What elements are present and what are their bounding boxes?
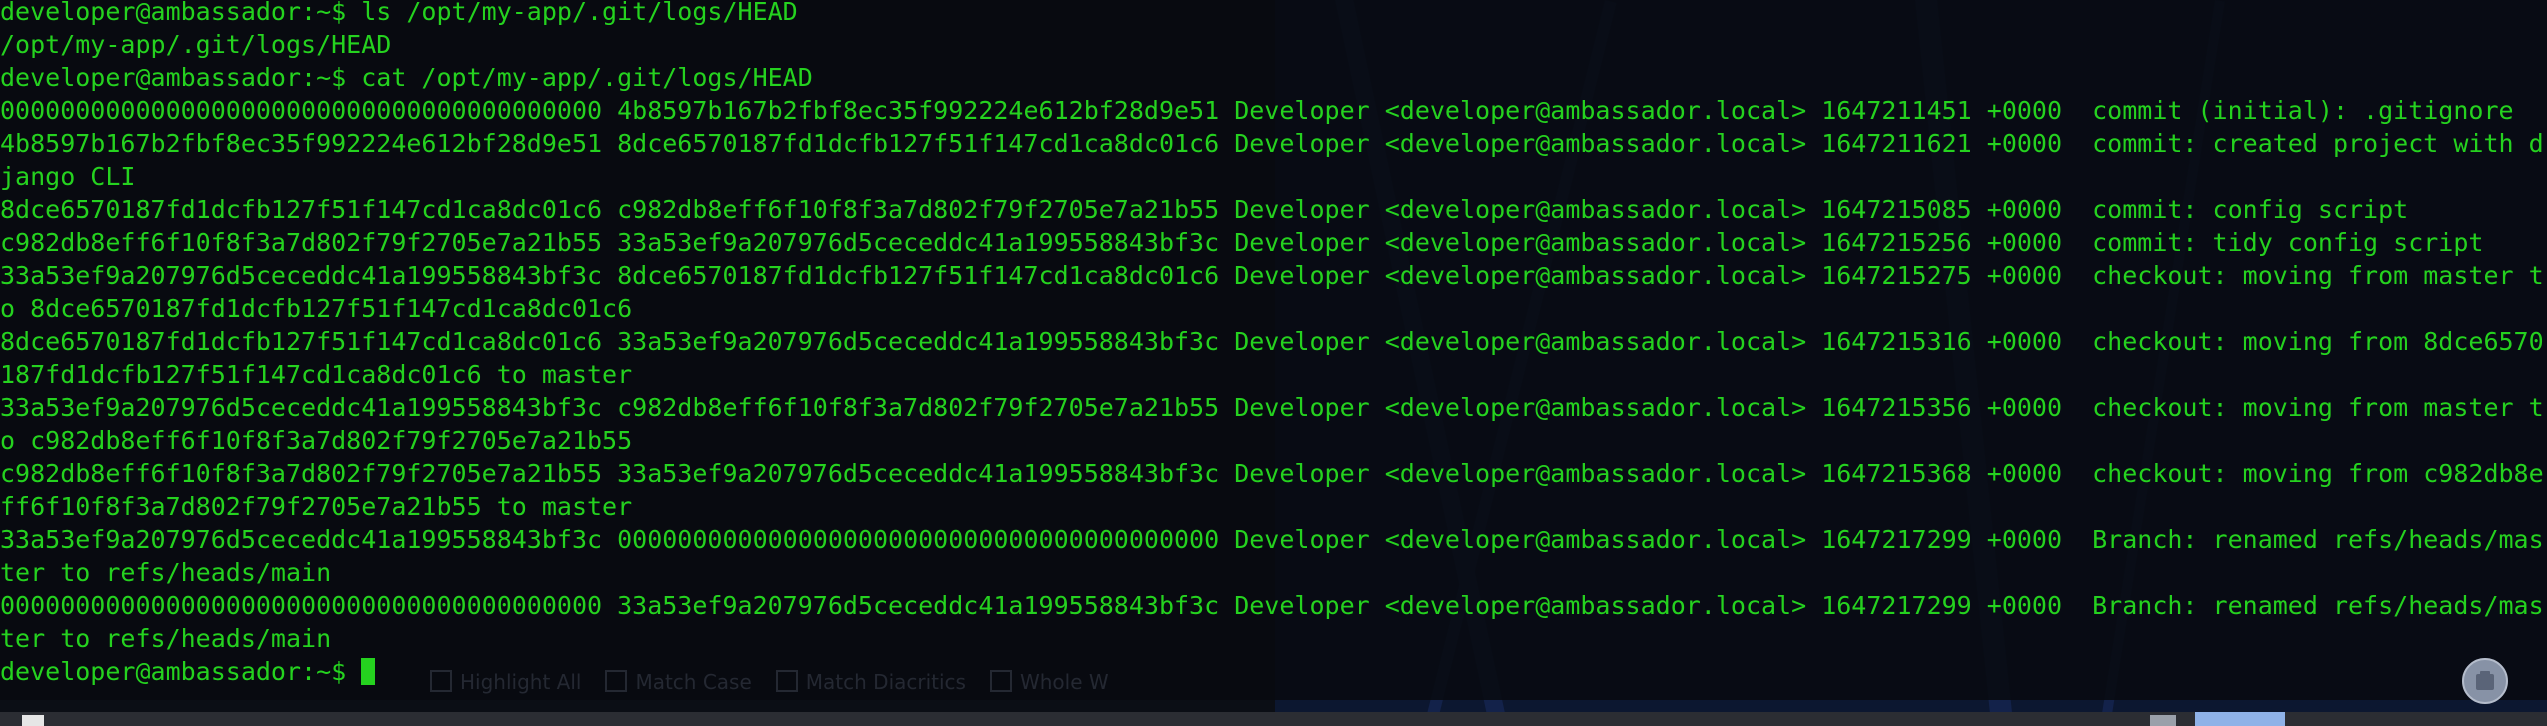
terminal-line: 8dce6570187fd1dcfb127f51f147cd1ca8dc01c6… xyxy=(0,327,2544,356)
terminal-line: 33a53ef9a207976d5ceceddc41a199558843bf3c… xyxy=(0,393,2544,422)
terminal-prompt-line[interactable]: developer@ambassador:~$ xyxy=(0,655,2547,688)
terminal-line: 0000000000000000000000000000000000000000… xyxy=(0,591,2544,620)
terminal-line: 33a53ef9a207976d5ceceddc41a199558843bf3c… xyxy=(0,261,2544,290)
terminal-line: 187fd1dcfb127f51f147cd1ca8dc01c6 to mast… xyxy=(0,360,633,389)
terminal-line: developer@ambassador:~$ ls /opt/my-app/.… xyxy=(0,0,798,26)
terminal-line: jango CLI xyxy=(0,162,136,191)
terminal-line: 8dce6570187fd1dcfb127f51f147cd1ca8dc01c6… xyxy=(0,195,2409,224)
user-avatar-icon xyxy=(2476,671,2494,690)
terminal-line: ff6f10f8f3a7d802f79f2705e7a21b55 to mast… xyxy=(0,492,633,521)
terminal-line: c982db8eff6f10f8f3a7d802f79f2705e7a21b55… xyxy=(0,228,2484,257)
text-cursor xyxy=(361,658,376,685)
terminal-line: developer@ambassador:~$ cat /opt/my-app/… xyxy=(0,63,813,92)
terminal-line: /opt/my-app/.git/logs/HEAD xyxy=(0,30,392,59)
terminal-line: 33a53ef9a207976d5ceceddc41a199558843bf3c… xyxy=(0,525,2544,554)
terminal-line: ter to refs/heads/main xyxy=(0,624,332,653)
terminal-output[interactable]: developer@ambassador:~$ ls /opt/my-app/.… xyxy=(0,0,2547,688)
shell-prompt: developer@ambassador:~$ xyxy=(0,657,362,686)
terminal-line: 0000000000000000000000000000000000000000… xyxy=(0,96,2514,125)
terminal-line: o c982db8eff6f10f8f3a7d802f79f2705e7a21b… xyxy=(0,426,633,455)
workspace-grid-icon[interactable] xyxy=(2150,715,2176,726)
terminal-line: 4b8597b167b2fbf8ec35f992224e612bf28d9e51… xyxy=(0,129,2544,158)
user-avatar-button[interactable] xyxy=(2462,658,2508,704)
active-window-indicator[interactable] xyxy=(2195,712,2285,726)
terminal-line: c982db8eff6f10f8f3a7d802f79f2705e7a21b55… xyxy=(0,459,2544,488)
terminal-line: o 8dce6570187fd1dcfb127f51f147cd1ca8dc01… xyxy=(0,294,633,323)
desktop: Highlight All Match Case Match Diacritic… xyxy=(0,0,2547,726)
terminal-line: ter to refs/heads/main xyxy=(0,558,332,587)
app-menu-icon[interactable] xyxy=(22,715,44,726)
terminal-window[interactable]: Highlight All Match Case Match Diacritic… xyxy=(0,0,2547,700)
taskbar xyxy=(0,712,2547,726)
